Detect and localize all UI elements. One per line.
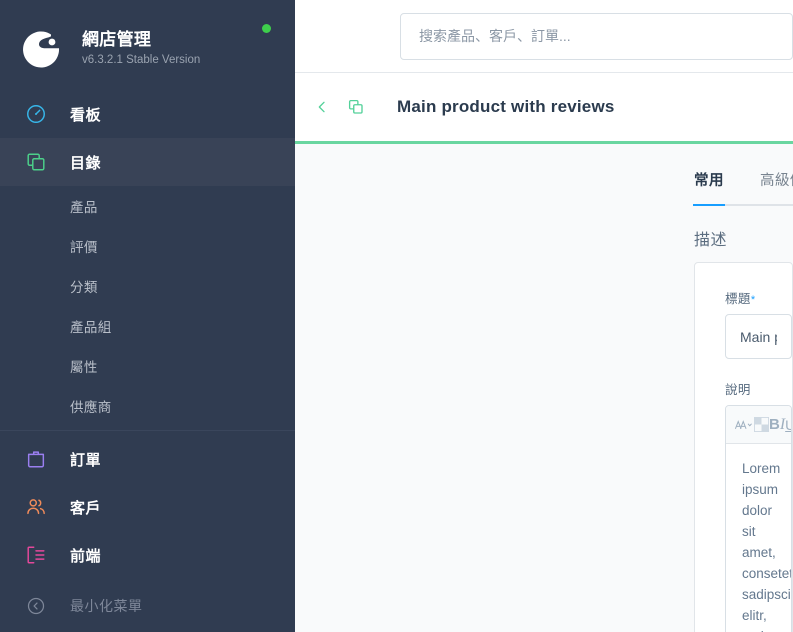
sidebar-item-catalog[interactable]: 目錄	[0, 138, 295, 186]
sidebar-item-orders[interactable]: 訂單	[0, 435, 295, 483]
bold-icon[interactable]: B	[769, 410, 780, 440]
title-input[interactable]	[725, 314, 792, 359]
description-card: 標題* 說明	[694, 262, 793, 632]
minimize-menu-button[interactable]: 最小化菜單	[0, 580, 295, 632]
sidebar-subitem-manufacturers[interactable]: 供應商	[0, 386, 295, 426]
brand-version: v6.3.2.1 Stable Version	[82, 53, 201, 66]
main-area: Main product with reviews 常用 高級價格 屬性 選項 …	[295, 0, 793, 632]
sidebar-subitem-label: 產品	[70, 200, 98, 215]
sidebar-nav: 看板 目錄 產品 評價 分類 產品組 屬性 供應商 訂單 客戶 前端	[0, 90, 295, 579]
font-style-icon[interactable]	[734, 410, 754, 440]
sidebar-subitem-label: 評價	[70, 240, 98, 255]
dashboard-gauge-icon	[20, 98, 52, 130]
sidebar-item-label: 前端	[70, 547, 102, 565]
sidebar-item-label: 客戶	[70, 499, 102, 517]
customers-people-icon	[20, 491, 52, 523]
search-input[interactable]	[400, 12, 793, 60]
editor-paragraph: Lorem ipsum dolor sit amet, consetetur s…	[742, 461, 791, 632]
sidebar-subitem-label: 產品組	[70, 320, 112, 335]
sidebar-item-label: 訂單	[70, 451, 102, 469]
content-area: 描述 標題* 說明	[295, 206, 793, 632]
editor-body[interactable]: Lorem ipsum dolor sit amet, consetetur s…	[726, 444, 791, 632]
sidebar-item-customers[interactable]: 客戶	[0, 483, 295, 531]
app-root: 網店管理 v6.3.2.1 Stable Version 看板 目錄 產品 評價…	[0, 0, 793, 632]
sidebar-subitem-reviews[interactable]: 評價	[0, 226, 295, 266]
description-field-group: 說明 B I Lorem ipsum dolor sit amet, conse…	[725, 379, 792, 632]
sidebar-subitem-properties[interactable]: 屬性	[0, 346, 295, 386]
storefront-icon	[20, 539, 52, 571]
tab-advanced-pricing[interactable]: 高級價格	[760, 169, 793, 206]
duplicate-copy-icon[interactable]	[343, 94, 369, 120]
editor-toolbar: B I U	[726, 406, 791, 444]
underline-icon[interactable]: U	[785, 410, 791, 440]
minimize-menu-label: 最小化菜單	[70, 598, 143, 614]
sidebar-subitem-label: 屬性	[70, 360, 98, 375]
page-header: Main product with reviews	[295, 73, 793, 144]
brand-title: 網店管理	[82, 29, 152, 49]
text-color-icon[interactable]	[754, 410, 769, 440]
chevron-left-circle-icon	[20, 590, 52, 622]
rich-text-editor: B I U	[725, 405, 792, 632]
sidebar-subitem-products[interactable]: 產品	[0, 186, 295, 226]
sidebar-item-storefront[interactable]: 前端	[0, 531, 295, 579]
section-title: 描述	[694, 232, 728, 249]
search-wrapper	[400, 12, 793, 60]
sidebar-item-label: 看板	[70, 106, 102, 124]
sidebar-item-dashboard[interactable]: 看板	[0, 90, 295, 138]
sidebar-subitem-label: 供應商	[70, 400, 112, 415]
description-field-label: 說明	[725, 383, 751, 397]
sidebar: 網店管理 v6.3.2.1 Stable Version 看板 目錄 產品 評價…	[0, 0, 295, 632]
required-marker: *	[750, 294, 756, 306]
shopware-logo-icon	[18, 24, 66, 72]
topbar	[295, 0, 793, 73]
catalog-copy-icon	[20, 146, 52, 178]
tab-bar: 常用 高級價格 屬性 選項 關聯銷售	[295, 144, 793, 206]
sidebar-subitem-categories[interactable]: 分類	[0, 266, 295, 306]
brand-text: 網店管理 v6.3.2.1 Stable Version	[82, 29, 200, 68]
brand-header: 網店管理 v6.3.2.1 Stable Version	[0, 0, 295, 78]
tab-general[interactable]: 常用	[693, 169, 725, 206]
title-field-label: 標題*	[725, 288, 792, 307]
status-dot-icon	[262, 24, 271, 33]
sidebar-divider	[0, 430, 295, 431]
sidebar-item-label: 目錄	[70, 154, 102, 172]
sidebar-subitem-label: 分類	[70, 280, 98, 295]
sidebar-subitem-product-groups[interactable]: 產品組	[0, 306, 295, 346]
orders-bag-icon	[20, 443, 52, 475]
page-title: Main product with reviews	[397, 97, 615, 116]
title-field-group: 標題*	[725, 288, 792, 359]
title-label-text: 標題	[725, 292, 751, 306]
back-button[interactable]	[309, 94, 335, 120]
